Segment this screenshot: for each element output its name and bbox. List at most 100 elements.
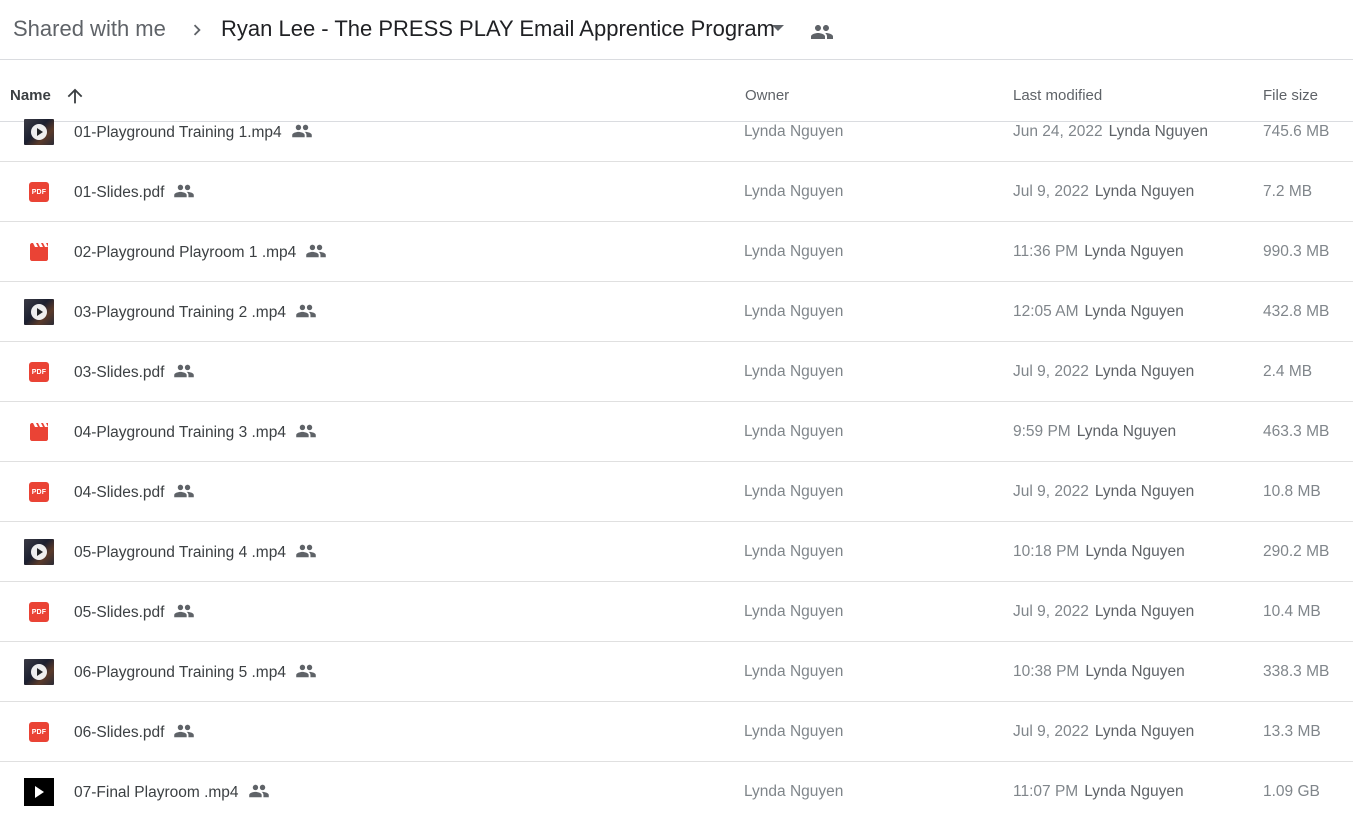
- modified-date: 9:59 PM: [1013, 423, 1071, 440]
- file-name: 06-Playground Training 5 .mp4: [74, 663, 317, 682]
- file-row[interactable]: 07-Final Playroom .mp4 Lynda Nguyen 11:07 …: [0, 762, 1353, 814]
- file-row[interactable]: 01-Playground Training 1.mp4 Lynda Nguyen…: [0, 102, 1353, 162]
- file-type-icon-wrap: [24, 117, 54, 147]
- file-last-modified: Jul 9, 2022 Lynda Nguyen: [1013, 723, 1194, 741]
- file-type-icon-wrap: [24, 777, 54, 807]
- modified-by: Lynda Nguyen: [1094, 723, 1195, 740]
- file-owner: Lynda Nguyen: [744, 363, 844, 380]
- file-row[interactable]: 04-Playground Training 3 .mp4 Lynda Nguye…: [0, 402, 1353, 462]
- modified-date: 12:05 AM: [1013, 303, 1079, 320]
- file-name-text: 03-Slides.pdf: [74, 364, 165, 381]
- file-size: 13.3 MB: [1263, 723, 1321, 740]
- file-row[interactable]: 06-Playground Training 5 .mp4 Lynda Nguye…: [0, 642, 1353, 702]
- file-type-icon-wrap: PDF: [24, 477, 54, 507]
- file-name-text: 05-Slides.pdf: [74, 604, 165, 621]
- video-thumbnail-icon: [24, 659, 54, 685]
- file-name-text: 01-Playground Training 1.mp4: [74, 124, 282, 141]
- breadcrumb-current-folder[interactable]: Ryan Lee - The PRESS PLAY Email Apprenti…: [221, 16, 775, 42]
- file-last-modified: 9:59 PM Lynda Nguyen: [1013, 423, 1176, 441]
- modified-date: Jun 24, 2022: [1013, 123, 1103, 140]
- modified-by: Lynda Nguyen: [1094, 183, 1195, 200]
- file-row[interactable]: 02-Playground Playroom 1 .mp4 Lynda Nguye…: [0, 222, 1353, 282]
- shared-folder-people-icon[interactable]: [810, 20, 834, 44]
- modified-date: Jul 9, 2022: [1013, 363, 1089, 380]
- file-size: 2.4 MB: [1263, 363, 1313, 380]
- pdf-icon: PDF: [29, 722, 49, 742]
- file-last-modified: 10:38 PM Lynda Nguyen: [1013, 663, 1185, 681]
- file-last-modified: Jul 9, 2022 Lynda Nguyen: [1013, 483, 1194, 501]
- modified-by: Lynda Nguyen: [1094, 603, 1195, 620]
- file-type-icon-wrap: [24, 657, 54, 687]
- file-name: 02-Playground Playroom 1 .mp4: [74, 243, 327, 262]
- shared-people-icon: [296, 424, 316, 438]
- file-size: 463.3 MB: [1263, 423, 1330, 440]
- file-name-text: 07-Final Playroom .mp4: [74, 784, 239, 801]
- file-type-icon-wrap: PDF: [24, 177, 54, 207]
- modified-by: Lynda Nguyen: [1076, 423, 1177, 440]
- file-name: 05-Slides.pdf: [74, 603, 195, 622]
- video-file-icon: [30, 243, 48, 261]
- file-name-text: 02-Playground Playroom 1 .mp4: [74, 244, 297, 261]
- file-owner: Lynda Nguyen: [744, 183, 844, 200]
- file-last-modified: Jul 9, 2022 Lynda Nguyen: [1013, 183, 1194, 201]
- modified-by: Lynda Nguyen: [1085, 543, 1185, 560]
- pdf-icon: PDF: [29, 482, 49, 502]
- breadcrumb-bar: Shared with me Ryan Lee - The PRESS PLAY…: [0, 0, 1353, 60]
- shared-people-icon: [306, 244, 327, 258]
- file-row[interactable]: 05-Playground Training 4 .mp4 Lynda Nguye…: [0, 522, 1353, 582]
- file-list: 01-Playground Training 1.mp4 Lynda Nguyen…: [0, 102, 1353, 814]
- file-name: 01-Slides.pdf: [74, 183, 195, 202]
- file-name-text: 01-Slides.pdf: [74, 184, 165, 201]
- file-last-modified: 10:18 PM Lynda Nguyen: [1013, 543, 1185, 561]
- shared-people-icon: [248, 784, 269, 798]
- file-row[interactable]: PDF 05-Slides.pdf Lynda Nguyen Jul 9, 2022 L…: [0, 582, 1353, 642]
- pdf-icon: PDF: [29, 602, 49, 622]
- file-name-text: 06-Slides.pdf: [74, 724, 165, 741]
- pdf-icon: PDF: [29, 362, 49, 382]
- file-name-text: 04-Slides.pdf: [74, 484, 165, 501]
- modified-date: 11:36 PM: [1013, 243, 1079, 260]
- file-size: 990.3 MB: [1263, 243, 1330, 260]
- file-owner: Lynda Nguyen: [744, 483, 844, 500]
- modified-by: Lynda Nguyen: [1085, 663, 1185, 680]
- file-row[interactable]: PDF 06-Slides.pdf Lynda Nguyen Jul 9, 2022 L…: [0, 702, 1353, 762]
- modified-date: 11:07 PM: [1013, 783, 1079, 800]
- file-owner: Lynda Nguyen: [744, 543, 844, 560]
- file-name: 06-Slides.pdf: [74, 723, 195, 742]
- file-owner: Lynda Nguyen: [744, 123, 844, 140]
- video-black-thumbnail-icon: [24, 778, 54, 806]
- shared-people-icon: [296, 544, 316, 558]
- chevron-right-icon: [193, 24, 201, 36]
- file-name-text: 05-Playground Training 4 .mp4: [74, 544, 286, 561]
- modified-by: Lynda Nguyen: [1084, 303, 1184, 320]
- breadcrumb-shared-with-me[interactable]: Shared with me: [13, 16, 166, 42]
- file-size: 10.4 MB: [1263, 603, 1321, 620]
- file-name: 07-Final Playroom .mp4: [74, 783, 270, 802]
- file-size: 745.6 MB: [1263, 123, 1330, 140]
- file-row[interactable]: PDF 01-Slides.pdf Lynda Nguyen Jul 9, 2022 L…: [0, 162, 1353, 222]
- file-owner: Lynda Nguyen: [744, 663, 844, 680]
- shared-people-icon: [174, 484, 195, 498]
- folder-menu-dropdown-icon[interactable]: [772, 25, 784, 31]
- file-last-modified: Jul 9, 2022 Lynda Nguyen: [1013, 363, 1194, 381]
- file-owner: Lynda Nguyen: [744, 243, 844, 260]
- modified-date: 10:38 PM: [1013, 663, 1080, 680]
- shared-people-icon: [174, 604, 195, 618]
- file-owner: Lynda Nguyen: [744, 783, 844, 800]
- file-row[interactable]: PDF 04-Slides.pdf Lynda Nguyen Jul 9, 2022 L…: [0, 462, 1353, 522]
- file-type-icon-wrap: [24, 237, 54, 267]
- file-name-text: 06-Playground Training 5 .mp4: [74, 664, 286, 681]
- modified-by: Lynda Nguyen: [1084, 783, 1184, 800]
- file-row[interactable]: PDF 03-Slides.pdf Lynda Nguyen Jul 9, 2022 L…: [0, 342, 1353, 402]
- file-row[interactable]: 03-Playground Training 2 .mp4 Lynda Nguye…: [0, 282, 1353, 342]
- shared-people-icon: [174, 724, 195, 738]
- modified-by: Lynda Nguyen: [1094, 363, 1195, 380]
- file-type-icon-wrap: [24, 297, 54, 327]
- file-name: 03-Playground Training 2 .mp4: [74, 303, 317, 322]
- file-owner: Lynda Nguyen: [744, 723, 844, 740]
- shared-people-icon: [174, 184, 195, 198]
- modified-by: Lynda Nguyen: [1108, 123, 1209, 140]
- file-size: 10.8 MB: [1263, 483, 1321, 500]
- file-last-modified: 11:07 PM Lynda Nguyen: [1013, 783, 1184, 801]
- file-owner: Lynda Nguyen: [744, 303, 844, 320]
